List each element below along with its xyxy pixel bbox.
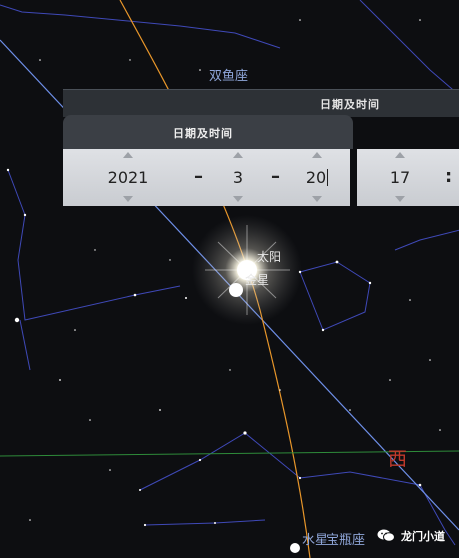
- hour-increment-icon[interactable]: [395, 152, 405, 158]
- time-separator: :: [445, 166, 453, 187]
- day-value[interactable]: 20: [297, 168, 337, 187]
- venus-label: 金星: [245, 273, 270, 287]
- aquarius-label: 宝瓶座: [326, 533, 366, 548]
- year-spinner[interactable]: 2021: [93, 149, 163, 206]
- pisces-label: 双鱼座: [209, 69, 249, 84]
- west-direction-label: 西: [388, 448, 408, 470]
- date-separator-1: –: [194, 166, 203, 187]
- watermark: 龙门小道: [377, 528, 445, 548]
- day-decrement-icon[interactable]: [312, 196, 322, 202]
- wechat-icon: [377, 529, 395, 542]
- date-spinner-panel: 2021 3 20: [63, 149, 350, 206]
- hour-decrement-icon[interactable]: [395, 196, 405, 202]
- month-spinner[interactable]: 3: [218, 149, 258, 206]
- tab-title: 日期及时间: [173, 127, 233, 140]
- text-cursor: [327, 169, 329, 186]
- date-separator-2: –: [271, 166, 280, 187]
- year-value[interactable]: 2021: [93, 168, 163, 187]
- date-time-window-titlebar[interactable]: 日期及时间: [63, 89, 459, 117]
- month-decrement-icon[interactable]: [233, 196, 243, 202]
- month-increment-icon[interactable]: [233, 152, 243, 158]
- sun-label: 太阳: [257, 250, 282, 264]
- date-time-tab[interactable]: 日期及时间: [63, 115, 353, 149]
- hour-value[interactable]: 17: [382, 168, 418, 187]
- day-increment-icon[interactable]: [312, 152, 322, 158]
- time-spinner-panel: 17: [357, 149, 459, 206]
- year-decrement-icon[interactable]: [123, 196, 133, 202]
- year-increment-icon[interactable]: [123, 152, 133, 158]
- month-value[interactable]: 3: [218, 168, 258, 187]
- day-spinner[interactable]: 20: [297, 149, 337, 206]
- window-title: 日期及时间: [320, 98, 380, 111]
- watermark-text: 龙门小道: [401, 530, 445, 543]
- venus-disc[interactable]: [229, 283, 243, 297]
- hour-spinner[interactable]: 17: [382, 149, 418, 206]
- mercury-label: 水星: [302, 533, 329, 548]
- mercury-disc[interactable]: [290, 543, 300, 553]
